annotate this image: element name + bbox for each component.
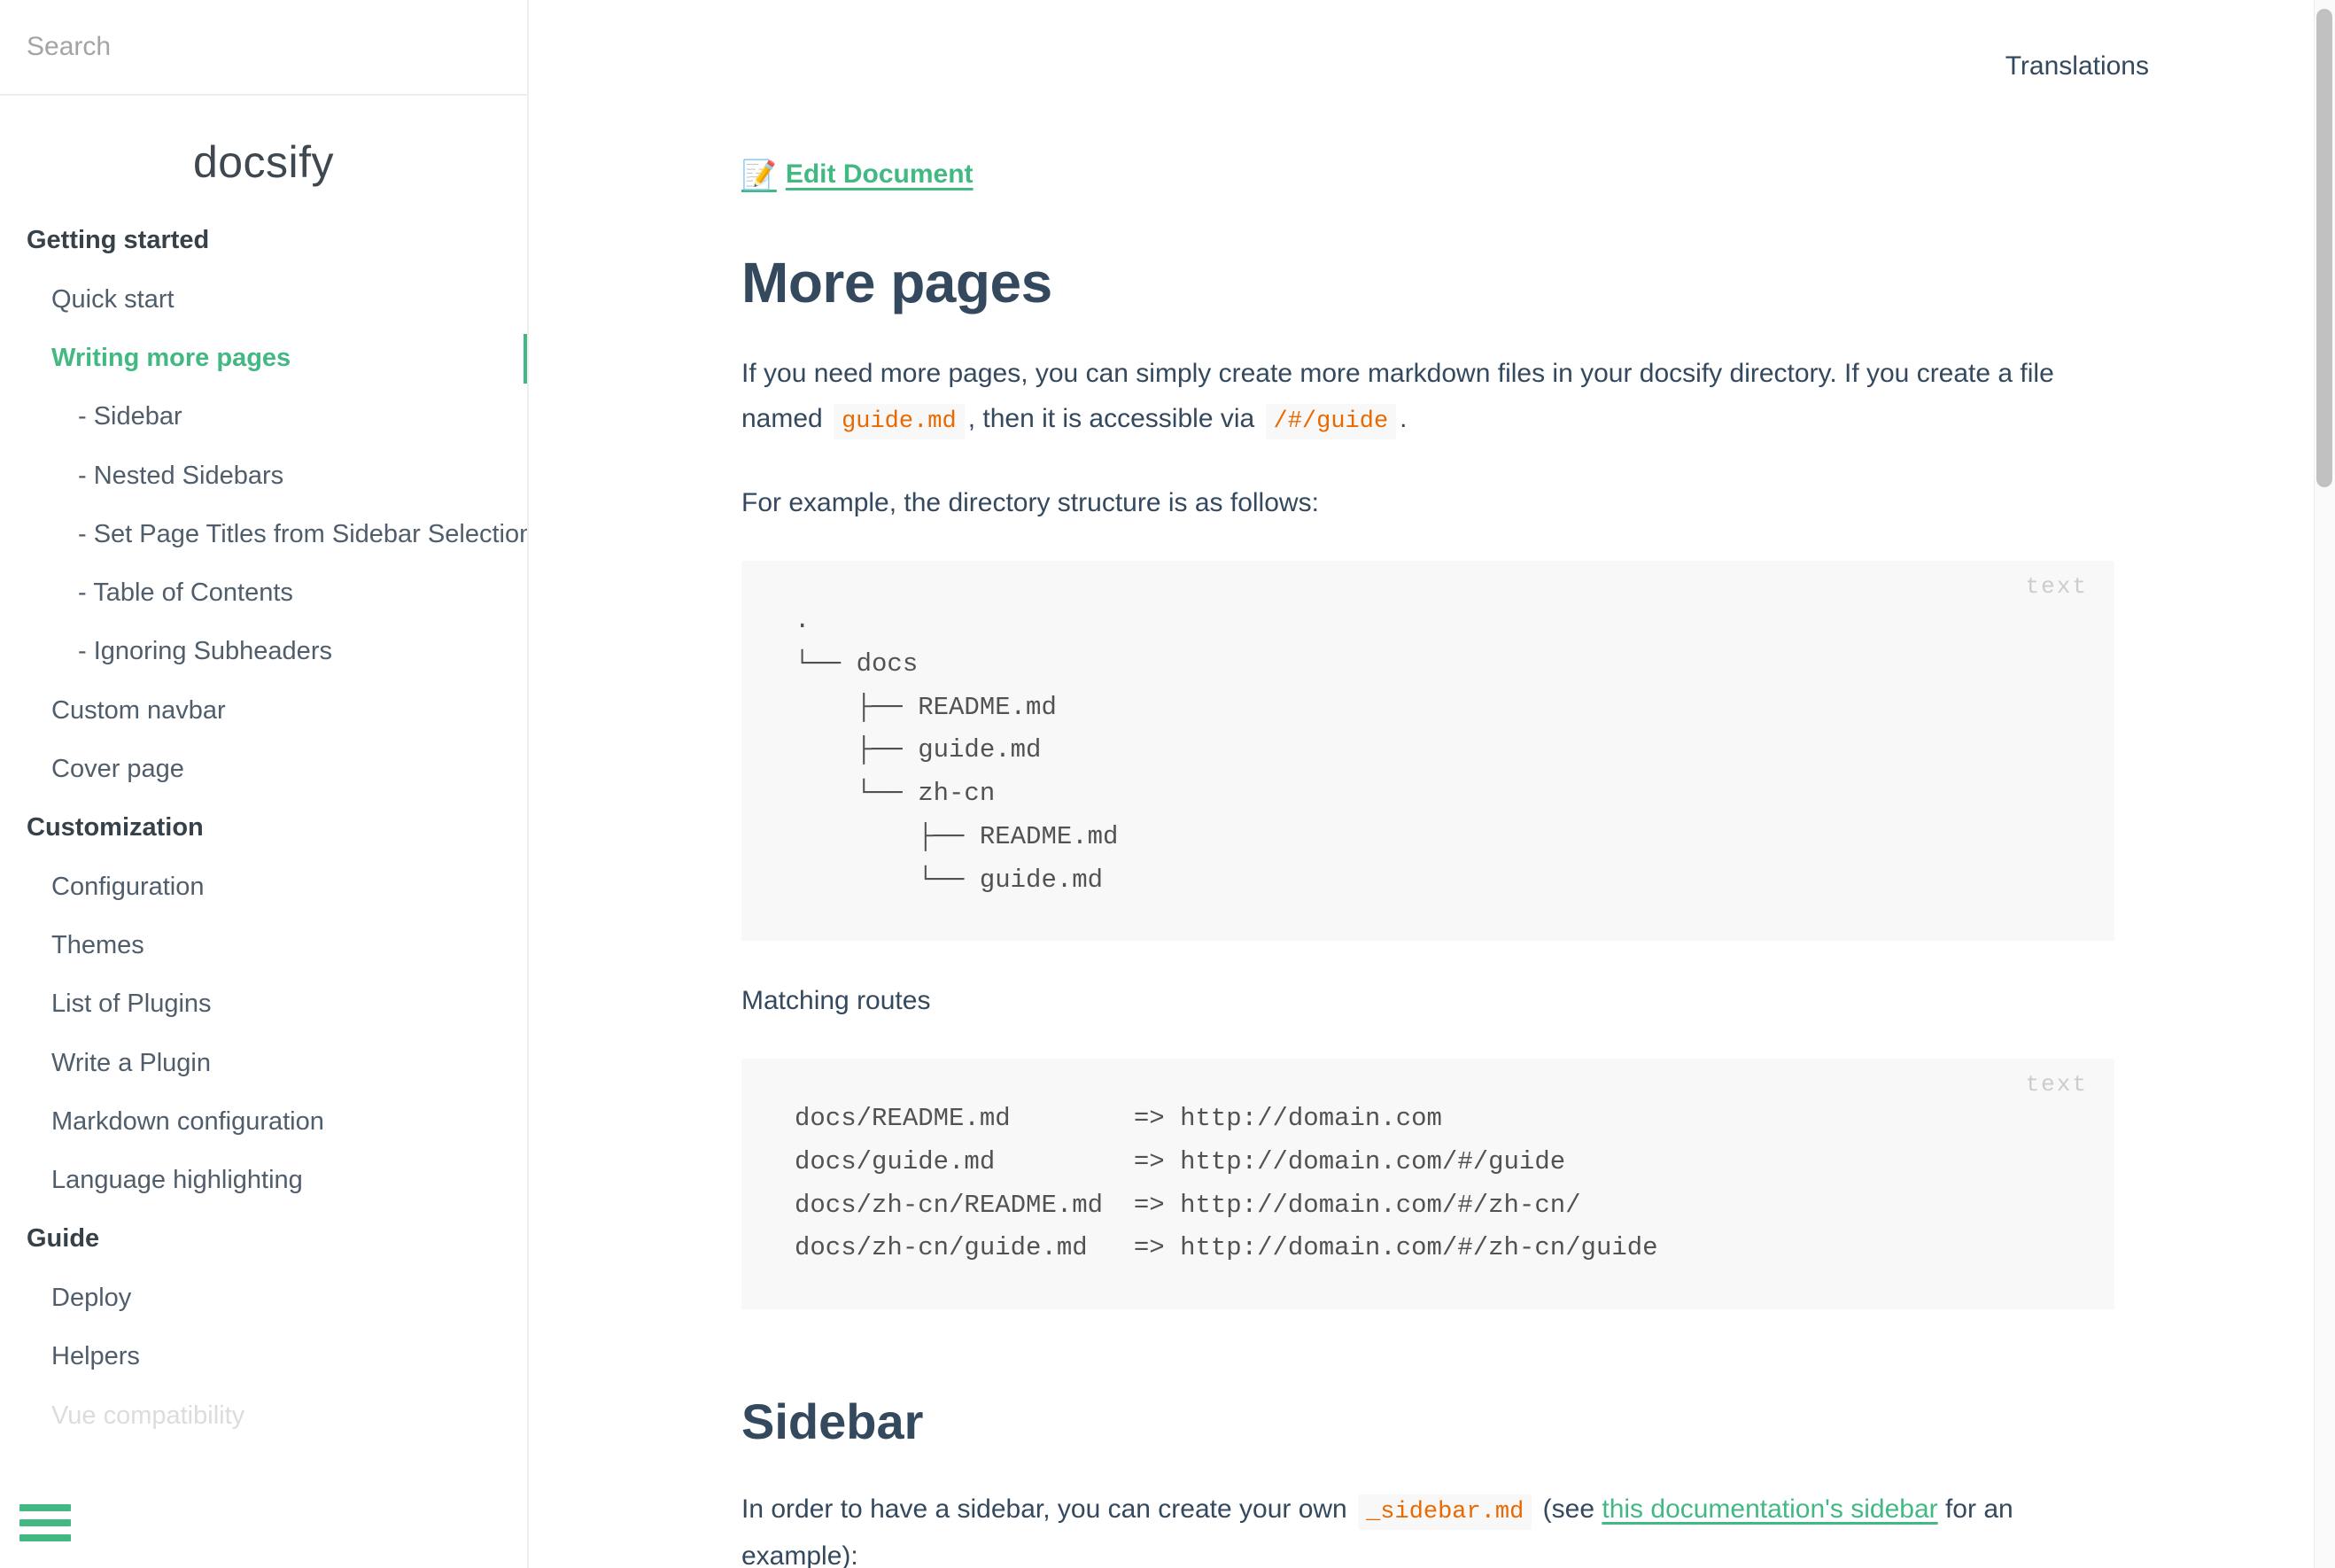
sidebar-nav: Getting started Quick start Writing more… <box>0 211 527 1445</box>
codeblock-lang-label: text <box>2026 573 2088 600</box>
nav-group-customization: Customization Configuration Themes List … <box>0 798 527 1209</box>
code-route-guide: /#/guide <box>1266 404 1397 439</box>
sidebar-item-deploy[interactable]: Deploy <box>0 1269 527 1327</box>
sidebar-item-writing-more-pages[interactable]: Writing more pages <box>0 329 527 387</box>
page-title: More pages <box>741 252 2114 314</box>
nav-group-guide: Guide Deploy Helpers Vue compatibility <box>0 1209 527 1445</box>
sidebar-item-custom-navbar[interactable]: Custom navbar <box>0 681 527 740</box>
codeblock-lang-label-2: text <box>2026 1071 2088 1098</box>
search-box[interactable] <box>0 0 527 96</box>
directory-structure-lead: For example, the directory structure is … <box>741 480 2114 525</box>
sidebar-item-language-highlighting[interactable]: Language highlighting <box>0 1151 527 1209</box>
sidebar-text-1: In order to have a sidebar, you can crea… <box>741 1494 1354 1524</box>
sidebar-item-configuration[interactable]: Configuration <box>0 858 527 916</box>
navbar: Translations <box>529 0 2317 82</box>
hamburger-icon[interactable] <box>19 1504 71 1541</box>
sidebar-item-list-of-plugins[interactable]: List of Plugins <box>0 974 527 1033</box>
docsify-page: docsify Getting started Quick start Writ… <box>0 0 2335 1568</box>
sidebar-item-markdown-configuration[interactable]: Markdown configuration <box>0 1092 527 1151</box>
codeblock-matching-routes: text docs/README.md => http://domain.com… <box>741 1059 2114 1309</box>
intro-text-3: . <box>1400 404 1407 433</box>
sidebar-item-helpers[interactable]: Helpers <box>0 1327 527 1386</box>
nav-group-getting-started: Getting started Quick start Writing more… <box>0 211 527 798</box>
codeblock-directory-tree: text . └── docs ├── README.md ├── guide.… <box>741 561 2114 941</box>
sidebar-paragraph: In order to have a sidebar, you can crea… <box>741 1486 2114 1568</box>
sidebar-item-sidebar[interactable]: - Sidebar <box>0 387 527 446</box>
nav-group-title-guide: Guide <box>0 1209 527 1269</box>
sidebar-item-set-page-titles[interactable]: - Set Page Titles from Sidebar Selection <box>0 505 527 563</box>
hamburger-bar-1 <box>19 1504 71 1511</box>
documentation-sidebar-link[interactable]: this documentation's sidebar <box>1602 1494 1937 1524</box>
sidebar-item-quick-start[interactable]: Quick start <box>0 270 527 329</box>
codeblock-matching-routes-content: docs/README.md => http://domain.com docs… <box>795 1098 2114 1270</box>
sidebar-item-ignoring-subheaders[interactable]: - Ignoring Subheaders <box>0 622 527 680</box>
sidebar-item-cover-page[interactable]: Cover page <box>0 740 527 798</box>
nav-group-title-customization: Customization <box>0 798 527 858</box>
hamburger-bar-3 <box>19 1534 71 1541</box>
page-scrollbar-thumb[interactable] <box>2316 9 2332 487</box>
translations-link[interactable]: Translations <box>2005 51 2149 81</box>
sidebar-item-nested-sidebars[interactable]: - Nested Sidebars <box>0 446 527 505</box>
markdown-article: 📝 Edit Document More pages If you need mo… <box>529 82 2114 1568</box>
section-title-sidebar: Sidebar <box>741 1394 2114 1449</box>
main-content: Translations 📝 Edit Document More pages I… <box>529 0 2317 1568</box>
intro-paragraph: If you need more pages, you can simply c… <box>741 351 2114 443</box>
matching-routes-lead: Matching routes <box>741 978 2114 1023</box>
intro-text-2: , then it is accessible via <box>968 404 1262 433</box>
nav-group-title-getting-started: Getting started <box>0 211 527 270</box>
memo-pencil-icon: 📝 <box>741 158 777 191</box>
sidebar-item-themes[interactable]: Themes <box>0 916 527 974</box>
code-sidebar-md: _sidebar.md <box>1358 1494 1532 1530</box>
sidebar-item-table-of-contents[interactable]: - Table of Contents <box>0 563 527 622</box>
edit-document-label: Edit Document <box>786 159 974 190</box>
page-scrollbar-track[interactable] <box>2314 0 2335 1568</box>
codeblock-directory-tree-content: . └── docs ├── README.md ├── guide.md └─… <box>795 600 2114 902</box>
site-brand-title[interactable]: docsify <box>0 96 527 211</box>
search-input[interactable] <box>27 32 500 62</box>
sidebar-text-2: (see <box>1535 1494 1602 1524</box>
code-guide-md: guide.md <box>834 404 965 439</box>
sidebar-item-write-a-plugin[interactable]: Write a Plugin <box>0 1034 527 1092</box>
sidebar-item-vue-compatibility[interactable]: Vue compatibility <box>0 1386 527 1445</box>
edit-document-link[interactable]: 📝 Edit Document <box>741 158 974 191</box>
hamburger-bar-2 <box>19 1519 71 1526</box>
sidebar: docsify Getting started Quick start Writ… <box>0 0 529 1568</box>
